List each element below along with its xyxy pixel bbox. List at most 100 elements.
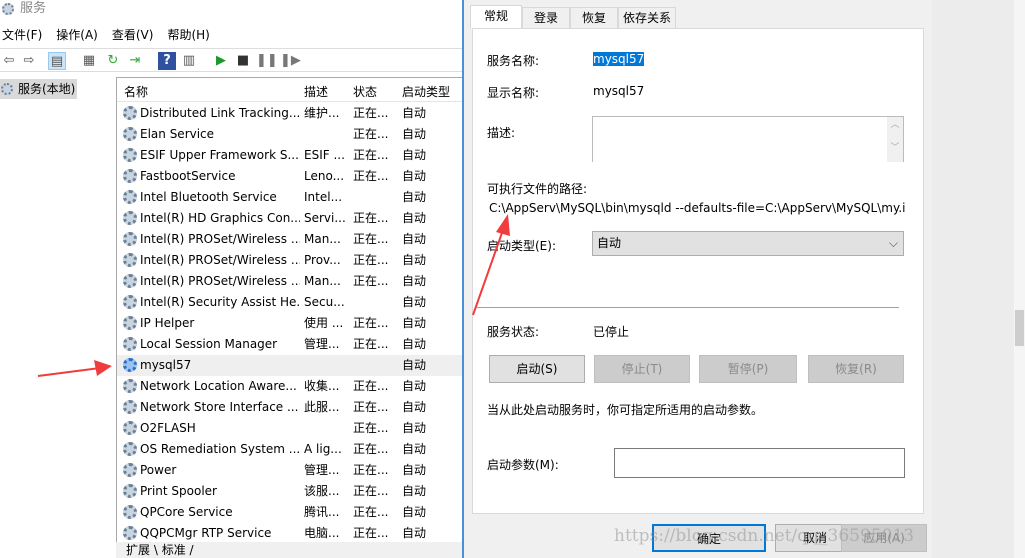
service-row[interactable]: Intel(R) Security Assist He... Secu... 自… [117, 292, 462, 313]
service-row[interactable]: mysql57 自动 [117, 355, 462, 376]
service-row[interactable]: IP Helper 使用 ... 正在... 自动 [117, 313, 462, 334]
service-row[interactable]: Intel(R) PROSet/Wireless ... Prov... 正在.… [117, 250, 462, 271]
service-startup-type: 自动 [402, 442, 427, 456]
tree-item-services-local[interactable]: 服务(本地) [0, 79, 77, 99]
service-name-value[interactable]: mysql57 [593, 52, 645, 66]
service-row[interactable]: Local Session Manager 管理... 正在... 自动 [117, 334, 462, 355]
service-status: 正在... [353, 106, 389, 120]
service-row[interactable]: Distributed Link Tracking... 维护... 正在...… [117, 103, 462, 124]
service-name: OS Remediation System ... [140, 442, 300, 456]
tab-standard[interactable]: 标准 [162, 543, 186, 557]
column-startup-type[interactable]: 启动类型 [402, 83, 450, 100]
properties-icon[interactable]: ▦ [80, 52, 98, 70]
menu-file[interactable]: 文件(F) [0, 24, 54, 46]
service-row[interactable]: OS Remediation System ... A lig... 正在...… [117, 439, 462, 460]
ok-button[interactable]: 确定 [652, 524, 766, 552]
service-description: 该服... [304, 484, 340, 498]
description-field[interactable]: ︿ ﹀ [592, 116, 904, 162]
start-params-input[interactable] [614, 448, 905, 478]
service-row[interactable]: Print Spooler 该服... 正在... 自动 [117, 481, 462, 502]
service-startup-type: 自动 [402, 127, 427, 141]
stop-button[interactable]: 停止(T) [594, 355, 690, 383]
apply-button[interactable]: 应用(A) [841, 524, 927, 552]
tab-dependencies[interactable]: 依存关系 [618, 7, 676, 28]
service-row[interactable]: Power 管理... 正在... 自动 [117, 460, 462, 481]
service-status-label: 服务状态: [487, 325, 540, 339]
service-description: Servi... [304, 211, 346, 225]
service-status: 正在... [353, 337, 389, 351]
export-icon[interactable]: ⇥ [126, 52, 144, 70]
forward-icon[interactable]: ⇨ [20, 52, 38, 70]
service-row[interactable]: FastbootService Leno... 正在... 自动 [117, 166, 462, 187]
service-row[interactable]: Network Store Interface ... 此服... 正在... … [117, 397, 462, 418]
tab-extended[interactable]: 扩展 [126, 543, 150, 557]
description-scrollbar[interactable]: ︿ ﹀ [887, 117, 903, 162]
menu-view[interactable]: 查看(V) [110, 24, 166, 46]
tab-recovery[interactable]: 恢复 [570, 7, 618, 28]
tree-pane: 服务(本地) [0, 76, 112, 558]
service-row[interactable]: Intel(R) HD Graphics Con... Servi... 正在.… [117, 208, 462, 229]
tab-logon[interactable]: 登录 [522, 7, 570, 28]
console-icon[interactable]: ▥ [180, 52, 198, 70]
service-startup-type: 自动 [402, 190, 427, 204]
start-button[interactable]: 启动(S) [489, 355, 585, 383]
service-row[interactable]: Intel(R) PROSet/Wireless ... Man... 正在..… [117, 271, 462, 292]
show-hide-tree-icon[interactable]: ▤ [48, 52, 66, 70]
service-description: Man... [304, 232, 341, 246]
scrollbar-thumb[interactable] [1015, 310, 1024, 346]
service-name: mysql57 [140, 358, 192, 372]
service-description: Man... [304, 274, 341, 288]
service-name: Network Location Aware... [140, 379, 297, 393]
column-status[interactable]: 状态 [353, 83, 377, 100]
service-description: Prov... [304, 253, 341, 267]
service-row[interactable]: QPCore Service 腾讯... 正在... 自动 [117, 502, 462, 523]
service-status: 正在... [353, 421, 389, 435]
column-name[interactable]: 名称 [124, 83, 148, 100]
service-startup-type: 自动 [402, 274, 427, 288]
scrollbar-track[interactable] [1014, 0, 1025, 558]
service-gear-icon [123, 106, 137, 120]
resume-button[interactable]: 恢复(R) [808, 355, 904, 383]
help-icon[interactable]: ? [158, 52, 176, 70]
general-panel: 服务名称: mysql57 显示名称: mysql57 描述: ︿ ﹀ 可执行文件… [472, 28, 924, 514]
restart-icon[interactable]: ❚▶ [280, 52, 301, 70]
service-startup-type: 自动 [402, 358, 427, 372]
service-row[interactable]: Intel Bluetooth Service Intel... 自动 [117, 187, 462, 208]
service-name: O2FLASH [140, 421, 196, 435]
service-row[interactable]: Elan Service 正在... 自动 [117, 124, 462, 145]
service-startup-type: 自动 [402, 253, 427, 267]
pause-button[interactable]: 暂停(P) [699, 355, 797, 383]
service-row[interactable]: O2FLASH 正在... 自动 [117, 418, 462, 439]
service-name: Print Spooler [140, 484, 217, 498]
play-icon[interactable]: ▶ [212, 52, 230, 70]
service-description: Secu... [304, 295, 345, 309]
menu-action[interactable]: 操作(A) [54, 24, 110, 46]
service-status: 正在... [353, 400, 389, 414]
tab-general[interactable]: 常规 [470, 5, 522, 29]
service-status: 正在... [353, 211, 389, 225]
service-name: Intel(R) PROSet/Wireless ... [140, 253, 300, 267]
service-startup-type: 自动 [402, 316, 427, 330]
display-name-value[interactable]: mysql57 [593, 84, 644, 98]
refresh-icon[interactable]: ↻ [104, 52, 122, 70]
column-description[interactable]: 描述 [304, 83, 328, 100]
services-icon [2, 3, 14, 15]
service-status: 正在... [353, 463, 389, 477]
service-description: 此服... [304, 400, 340, 414]
pause-icon[interactable]: ❚❚ [256, 52, 278, 70]
service-name-label: 服务名称: [487, 54, 540, 68]
service-description: Intel... [304, 190, 343, 204]
service-row[interactable]: QQPCMgr RTP Service 电脑... 正在... 自动 [117, 523, 462, 542]
divider [477, 307, 899, 308]
service-row[interactable]: Network Location Aware... 收集... 正在... 自动 [117, 376, 462, 397]
service-status: 正在... [353, 526, 389, 540]
menu-help[interactable]: 帮助(H) [165, 24, 221, 46]
startup-type-select[interactable]: 自动 ⌵ [592, 231, 904, 256]
service-description: 管理... [304, 337, 340, 351]
service-gear-icon [123, 484, 137, 498]
display-name-label: 显示名称: [487, 86, 540, 100]
back-icon[interactable]: ⇦ [0, 52, 18, 70]
service-row[interactable]: ESIF Upper Framework S... ESIF ... 正在...… [117, 145, 462, 166]
service-row[interactable]: Intel(R) PROSet/Wireless ... Man... 正在..… [117, 229, 462, 250]
stop-icon[interactable]: ■ [234, 52, 252, 70]
